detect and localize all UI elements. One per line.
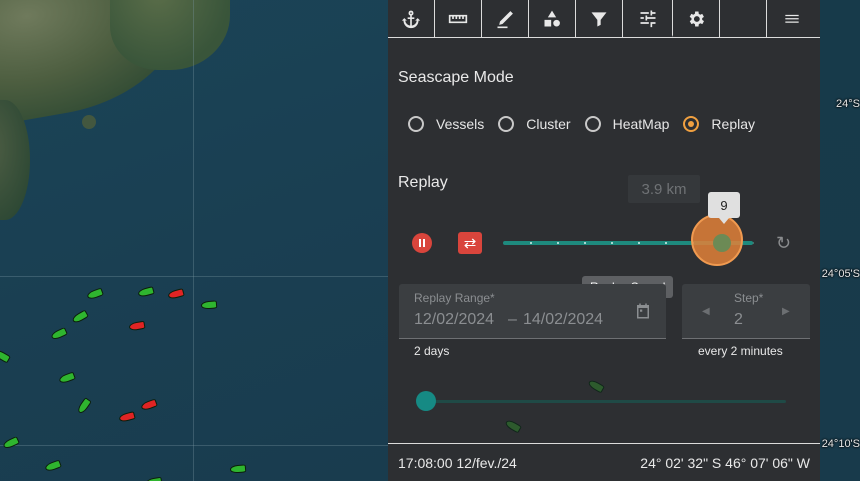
speed-tick <box>665 242 667 244</box>
status-footer: 17:08:00 12/fev./24 24° 02' 32" S 46° 07… <box>388 443 820 481</box>
loop-button[interactable]: ⇄ <box>458 232 482 254</box>
replay-range-label: Replay Range* <box>414 291 495 305</box>
vessel-marker[interactable] <box>145 476 163 481</box>
repeat-icon: ⇄ <box>463 235 477 252</box>
refresh-icon: ↻ <box>776 233 792 253</box>
replay-range-hint: 2 days <box>414 344 450 358</box>
speed-tick <box>638 242 640 244</box>
seascape-mode-radio-group: Vessels Cluster HeatMap Replay <box>408 116 769 132</box>
sliders-icon <box>640 10 655 27</box>
map-gridline <box>193 0 194 481</box>
anchor-icon <box>401 10 421 28</box>
replay-range-start[interactable]: 12/02/2024 <box>414 311 494 329</box>
menu-button[interactable] <box>767 0 816 37</box>
radio-vessels[interactable]: Vessels <box>408 116 484 132</box>
vessel-marker[interactable] <box>0 348 11 364</box>
vessel-marker[interactable] <box>229 464 247 474</box>
replay-range-field[interactable]: Replay Range* 12/02/2024 – 14/02/2024 <box>399 284 666 339</box>
vessel-marker[interactable] <box>2 435 20 451</box>
settings-button[interactable] <box>673 0 720 37</box>
vessel-marker[interactable] <box>128 320 146 332</box>
pause-icon <box>419 239 421 247</box>
map-edge-strip <box>820 0 860 481</box>
vessel-marker[interactable] <box>50 326 68 342</box>
distance-chip: 3.9 km <box>628 175 700 203</box>
replay-speed-thumb[interactable] <box>713 234 731 252</box>
filter-button[interactable] <box>576 0 623 37</box>
vessel-marker[interactable] <box>118 411 136 423</box>
filter-icon <box>591 11 607 26</box>
vessel-marker[interactable] <box>58 371 76 385</box>
blank-tab[interactable] <box>720 0 767 37</box>
radio-circle[interactable] <box>498 116 515 132</box>
replay-range-separator: – <box>508 311 517 328</box>
latitude-label: 24°05'S <box>821 268 860 280</box>
speed-tick <box>611 242 613 244</box>
radio-replay[interactable]: Replay <box>683 116 755 132</box>
seascape-mode-title: Seascape Mode <box>398 69 514 86</box>
step-value[interactable]: 2 <box>734 311 743 329</box>
radio-label: Cluster <box>526 116 571 132</box>
cursor-coordinates: 24° 02' 32" S 46° 07' 06" W <box>640 454 810 471</box>
replay-speed-value-bubble: 9 <box>708 192 740 224</box>
chevron-right-icon[interactable]: ▶ <box>782 306 790 317</box>
radio-label: Replay <box>711 116 756 132</box>
pause-icon <box>423 239 425 247</box>
replay-section-title: Replay <box>398 174 448 191</box>
speed-tick <box>557 242 559 244</box>
radio-label: Vessels <box>436 116 485 132</box>
vessel-marker <box>504 418 522 434</box>
radio-label: HeatMap <box>612 116 670 132</box>
radio-circle[interactable] <box>408 116 424 132</box>
ruler-icon <box>448 14 468 23</box>
shapes-button[interactable] <box>529 0 576 37</box>
reset-button[interactable]: ↻ <box>776 233 791 254</box>
vessel-marker[interactable] <box>137 286 155 298</box>
speed-tick <box>530 242 532 244</box>
latitude-label: 24°S <box>836 98 860 110</box>
calendar-icon[interactable] <box>634 302 652 320</box>
vessel-marker[interactable] <box>76 397 92 415</box>
replay-range-end[interactable]: 14/02/2024 <box>523 311 603 329</box>
speed-tick <box>584 242 586 244</box>
vessel-marker[interactable] <box>167 288 185 300</box>
draw-button[interactable] <box>482 0 529 37</box>
vessel-marker <box>587 378 605 394</box>
anchor-button[interactable] <box>388 0 435 37</box>
vessel-marker[interactable] <box>71 309 89 325</box>
vessel-marker[interactable] <box>140 398 158 412</box>
latitude-label: 24°10'S <box>821 438 860 450</box>
island <box>82 115 96 129</box>
pause-button[interactable] <box>412 233 432 253</box>
menu-icon <box>784 14 799 23</box>
replay-timestamp: 17:08:00 12/fev./24 <box>398 454 517 471</box>
step-hint: every 2 minutes <box>698 344 783 358</box>
gear-icon <box>689 11 704 26</box>
shapes-icon <box>544 10 560 26</box>
panel-toolbar <box>388 0 820 38</box>
coastline-land <box>110 0 230 70</box>
vessel-marker[interactable] <box>200 300 218 310</box>
vessel-marker[interactable] <box>86 287 104 301</box>
side-panel: Seascape Mode Vessels Cluster HeatMap Re… <box>388 0 820 481</box>
tab-settings-sliders[interactable] <box>623 0 673 37</box>
radio-heatmap[interactable]: HeatMap <box>584 116 670 132</box>
radio-circle[interactable] <box>584 116 601 132</box>
radio-cluster[interactable]: Cluster <box>498 116 571 132</box>
vessel-marker[interactable] <box>44 459 62 473</box>
radio-circle-checked[interactable] <box>683 116 700 132</box>
replay-progress-thumb[interactable] <box>416 391 436 411</box>
chevron-left-icon[interactable]: ◀ <box>702 306 710 317</box>
replay-progress-track[interactable] <box>424 400 786 403</box>
ruler-button[interactable] <box>435 0 482 37</box>
step-label: Step* <box>734 291 764 305</box>
draw-icon <box>497 10 513 28</box>
step-field[interactable]: Step* ◀ 2 ▶ <box>682 284 810 339</box>
